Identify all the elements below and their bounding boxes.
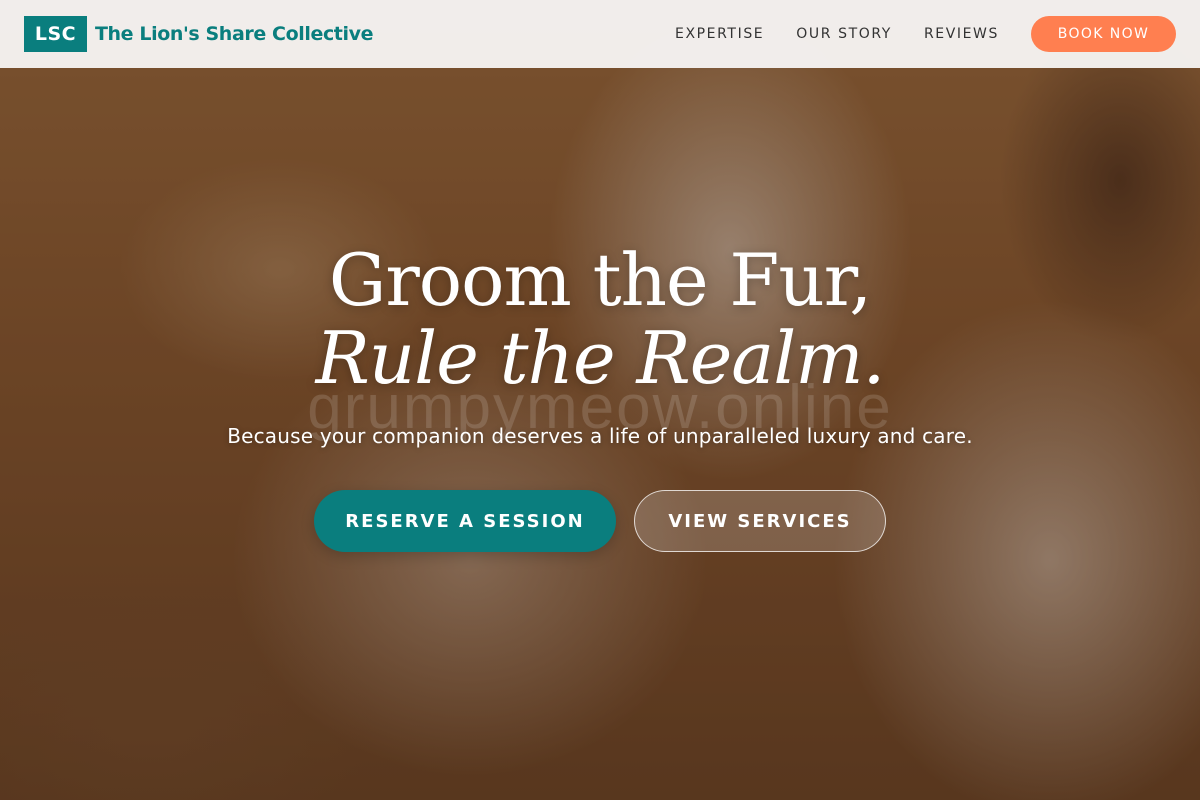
hero-headline-line1: Groom the Fur, [328, 238, 872, 322]
view-services-button[interactable]: VIEW SERVICES [634, 490, 886, 552]
reserve-session-button[interactable]: RESERVE A SESSION [314, 490, 616, 552]
nav-link-reviews[interactable]: REVIEWS [924, 26, 999, 42]
book-now-button[interactable]: BOOK NOW [1031, 16, 1176, 52]
brand-name: The Lion's Share Collective [95, 23, 374, 45]
main-nav: EXPERTISE OUR STORY REVIEWS BOOK NOW [675, 16, 1176, 52]
hero-headline-line2: Rule the Realm. [315, 316, 886, 400]
landing-page: grumpymeow.online LSC The Lion's Share C… [0, 0, 1200, 800]
hero-subtitle: Because your companion deserves a life o… [227, 424, 973, 448]
nav-link-our-story[interactable]: OUR STORY [796, 26, 892, 42]
logo-badge: LSC [24, 16, 87, 52]
brand-link[interactable]: LSC The Lion's Share Collective [24, 16, 373, 52]
nav-link-expertise[interactable]: EXPERTISE [675, 26, 764, 42]
site-header: LSC The Lion's Share Collective EXPERTIS… [0, 0, 1200, 68]
hero-section: Groom the Fur, Rule the Realm. Because y… [0, 240, 1200, 552]
hero-cta-group: RESERVE A SESSION VIEW SERVICES [0, 490, 1200, 552]
